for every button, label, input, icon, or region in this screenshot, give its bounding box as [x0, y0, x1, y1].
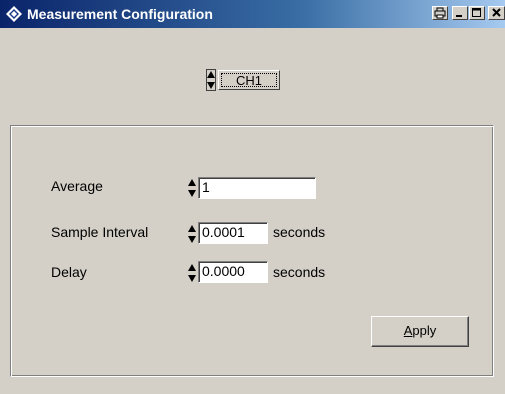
channel-select[interactable]: CH1 — [218, 70, 280, 90]
sample-interval-unit: seconds — [273, 224, 326, 240]
channel-spinner[interactable] — [206, 69, 216, 91]
close-icon — [492, 8, 501, 17]
average-spinner[interactable] — [187, 177, 196, 199]
spin-up-down-icon — [188, 264, 196, 282]
maximize-icon — [472, 8, 481, 17]
sample-interval-input[interactable]: 0.0001 — [198, 222, 268, 244]
channel-value: CH1 — [221, 73, 277, 88]
app-logo-icon — [6, 6, 22, 22]
delay-unit: seconds — [273, 264, 326, 280]
minimize-button[interactable] — [452, 6, 468, 20]
close-button[interactable] — [488, 6, 505, 20]
print-icon — [434, 7, 446, 19]
delay-spinner[interactable] — [187, 262, 196, 284]
spin-up-down-icon — [188, 225, 196, 243]
delay-label: Delay — [51, 264, 87, 280]
sample-interval-spinner[interactable] — [187, 223, 196, 245]
spin-up-down-icon — [188, 179, 196, 197]
maximize-button[interactable] — [469, 6, 485, 20]
average-label: Average — [51, 178, 103, 194]
print-button[interactable] — [432, 6, 448, 20]
window-title: Measurement Configuration — [27, 6, 213, 22]
delay-input[interactable]: 0.0000 — [198, 261, 268, 283]
spin-up-down-icon — [206, 69, 216, 91]
measurement-configuration-window: Measurement Configuration CH1 Average 1 … — [0, 0, 505, 394]
title-bar[interactable]: Measurement Configuration — [0, 0, 505, 28]
apply-label-rest: pply — [412, 323, 437, 338]
average-input[interactable]: 1 — [198, 177, 316, 199]
apply-button[interactable]: Apply — [371, 316, 469, 347]
sample-interval-label: Sample Interval — [51, 224, 149, 240]
minimize-icon — [456, 15, 462, 17]
